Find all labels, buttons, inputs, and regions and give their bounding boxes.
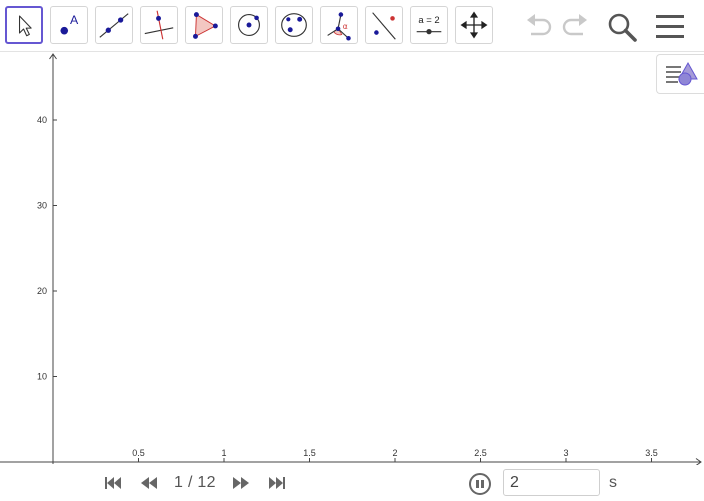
last-slide-button[interactable] [268, 475, 286, 491]
search-button[interactable] [606, 11, 638, 43]
y-tick-label: 20 [37, 286, 47, 296]
x-tick-label: 1 [221, 448, 226, 458]
slider-icon: a = 2 [416, 15, 442, 35]
rewind-icon [141, 477, 157, 489]
move-tool-button[interactable] [5, 6, 43, 44]
x-tick-label: 3 [563, 448, 568, 458]
style-bar-icon [666, 61, 698, 86]
point-label: A [70, 13, 79, 27]
y-tick-label: 40 [37, 115, 47, 125]
redo-button[interactable] [560, 12, 590, 40]
skip-to-end-icon [269, 477, 285, 489]
y-tick-label: 10 [37, 372, 47, 382]
line-tool-button[interactable] [95, 6, 133, 44]
x-tick-label: 2 [392, 448, 397, 458]
x-tick-label: 0.5 [132, 448, 145, 458]
angle-label: α [343, 22, 348, 31]
angle-icon: α [327, 12, 351, 41]
move-view-icon [460, 11, 488, 39]
toolbar: A α a = 2 [0, 0, 704, 52]
reflect-about-line-icon [372, 12, 396, 40]
polygon-icon [193, 12, 218, 39]
pause-icon[interactable] [469, 473, 491, 495]
slide-counter: 1 / 12 [174, 474, 216, 491]
slider-label: a = 2 [418, 15, 439, 26]
next-slide-button[interactable] [232, 475, 250, 491]
x-tick-label: 3.5 [645, 448, 658, 458]
speed-unit: s [609, 474, 617, 491]
skip-to-start-icon [105, 477, 121, 489]
ellipse-icon [281, 13, 307, 37]
circle-tool-button[interactable] [230, 6, 268, 44]
speed-input[interactable] [503, 469, 600, 496]
x-tick-label: 1.5 [303, 448, 316, 458]
perpendicular-line-icon [144, 10, 174, 40]
hamburger-menu-icon [656, 15, 684, 38]
graphics-view[interactable]: 0.5 1 1.5 2 2.5 3 3.5 10 20 30 40 [0, 53, 704, 466]
search-icon [608, 13, 637, 42]
line-through-points-icon [99, 13, 129, 38]
y-tick-label: 30 [37, 201, 47, 211]
x-tick-label: 2.5 [474, 448, 487, 458]
undo-icon [527, 14, 552, 36]
polygon-tool-button[interactable] [185, 6, 223, 44]
slideshow-player: 1 / 12 s [0, 465, 704, 501]
fast-forward-icon [233, 477, 249, 489]
perpendicular-line-tool-button[interactable] [140, 6, 178, 44]
redo-icon [562, 14, 587, 36]
point-tool-button[interactable]: A [50, 6, 88, 44]
reflect-tool-button[interactable] [365, 6, 403, 44]
arrow-cursor-icon [18, 15, 32, 37]
point-icon: A [60, 13, 79, 35]
slider-tool-button[interactable]: a = 2 [410, 6, 448, 44]
graphics-canvas[interactable]: 0.5 1 1.5 2 2.5 3 3.5 10 20 30 40 [0, 53, 704, 466]
main-menu-button[interactable] [655, 14, 685, 40]
conic-tool-button[interactable] [275, 6, 313, 44]
undo-button[interactable] [524, 12, 554, 40]
angle-tool-button[interactable]: α [320, 6, 358, 44]
style-bar-toggle-button[interactable] [656, 54, 704, 94]
circle-center-point-icon [238, 14, 260, 36]
move-graphics-view-tool-button[interactable] [455, 6, 493, 44]
first-slide-button[interactable] [104, 475, 122, 491]
previous-slide-button[interactable] [140, 475, 158, 491]
